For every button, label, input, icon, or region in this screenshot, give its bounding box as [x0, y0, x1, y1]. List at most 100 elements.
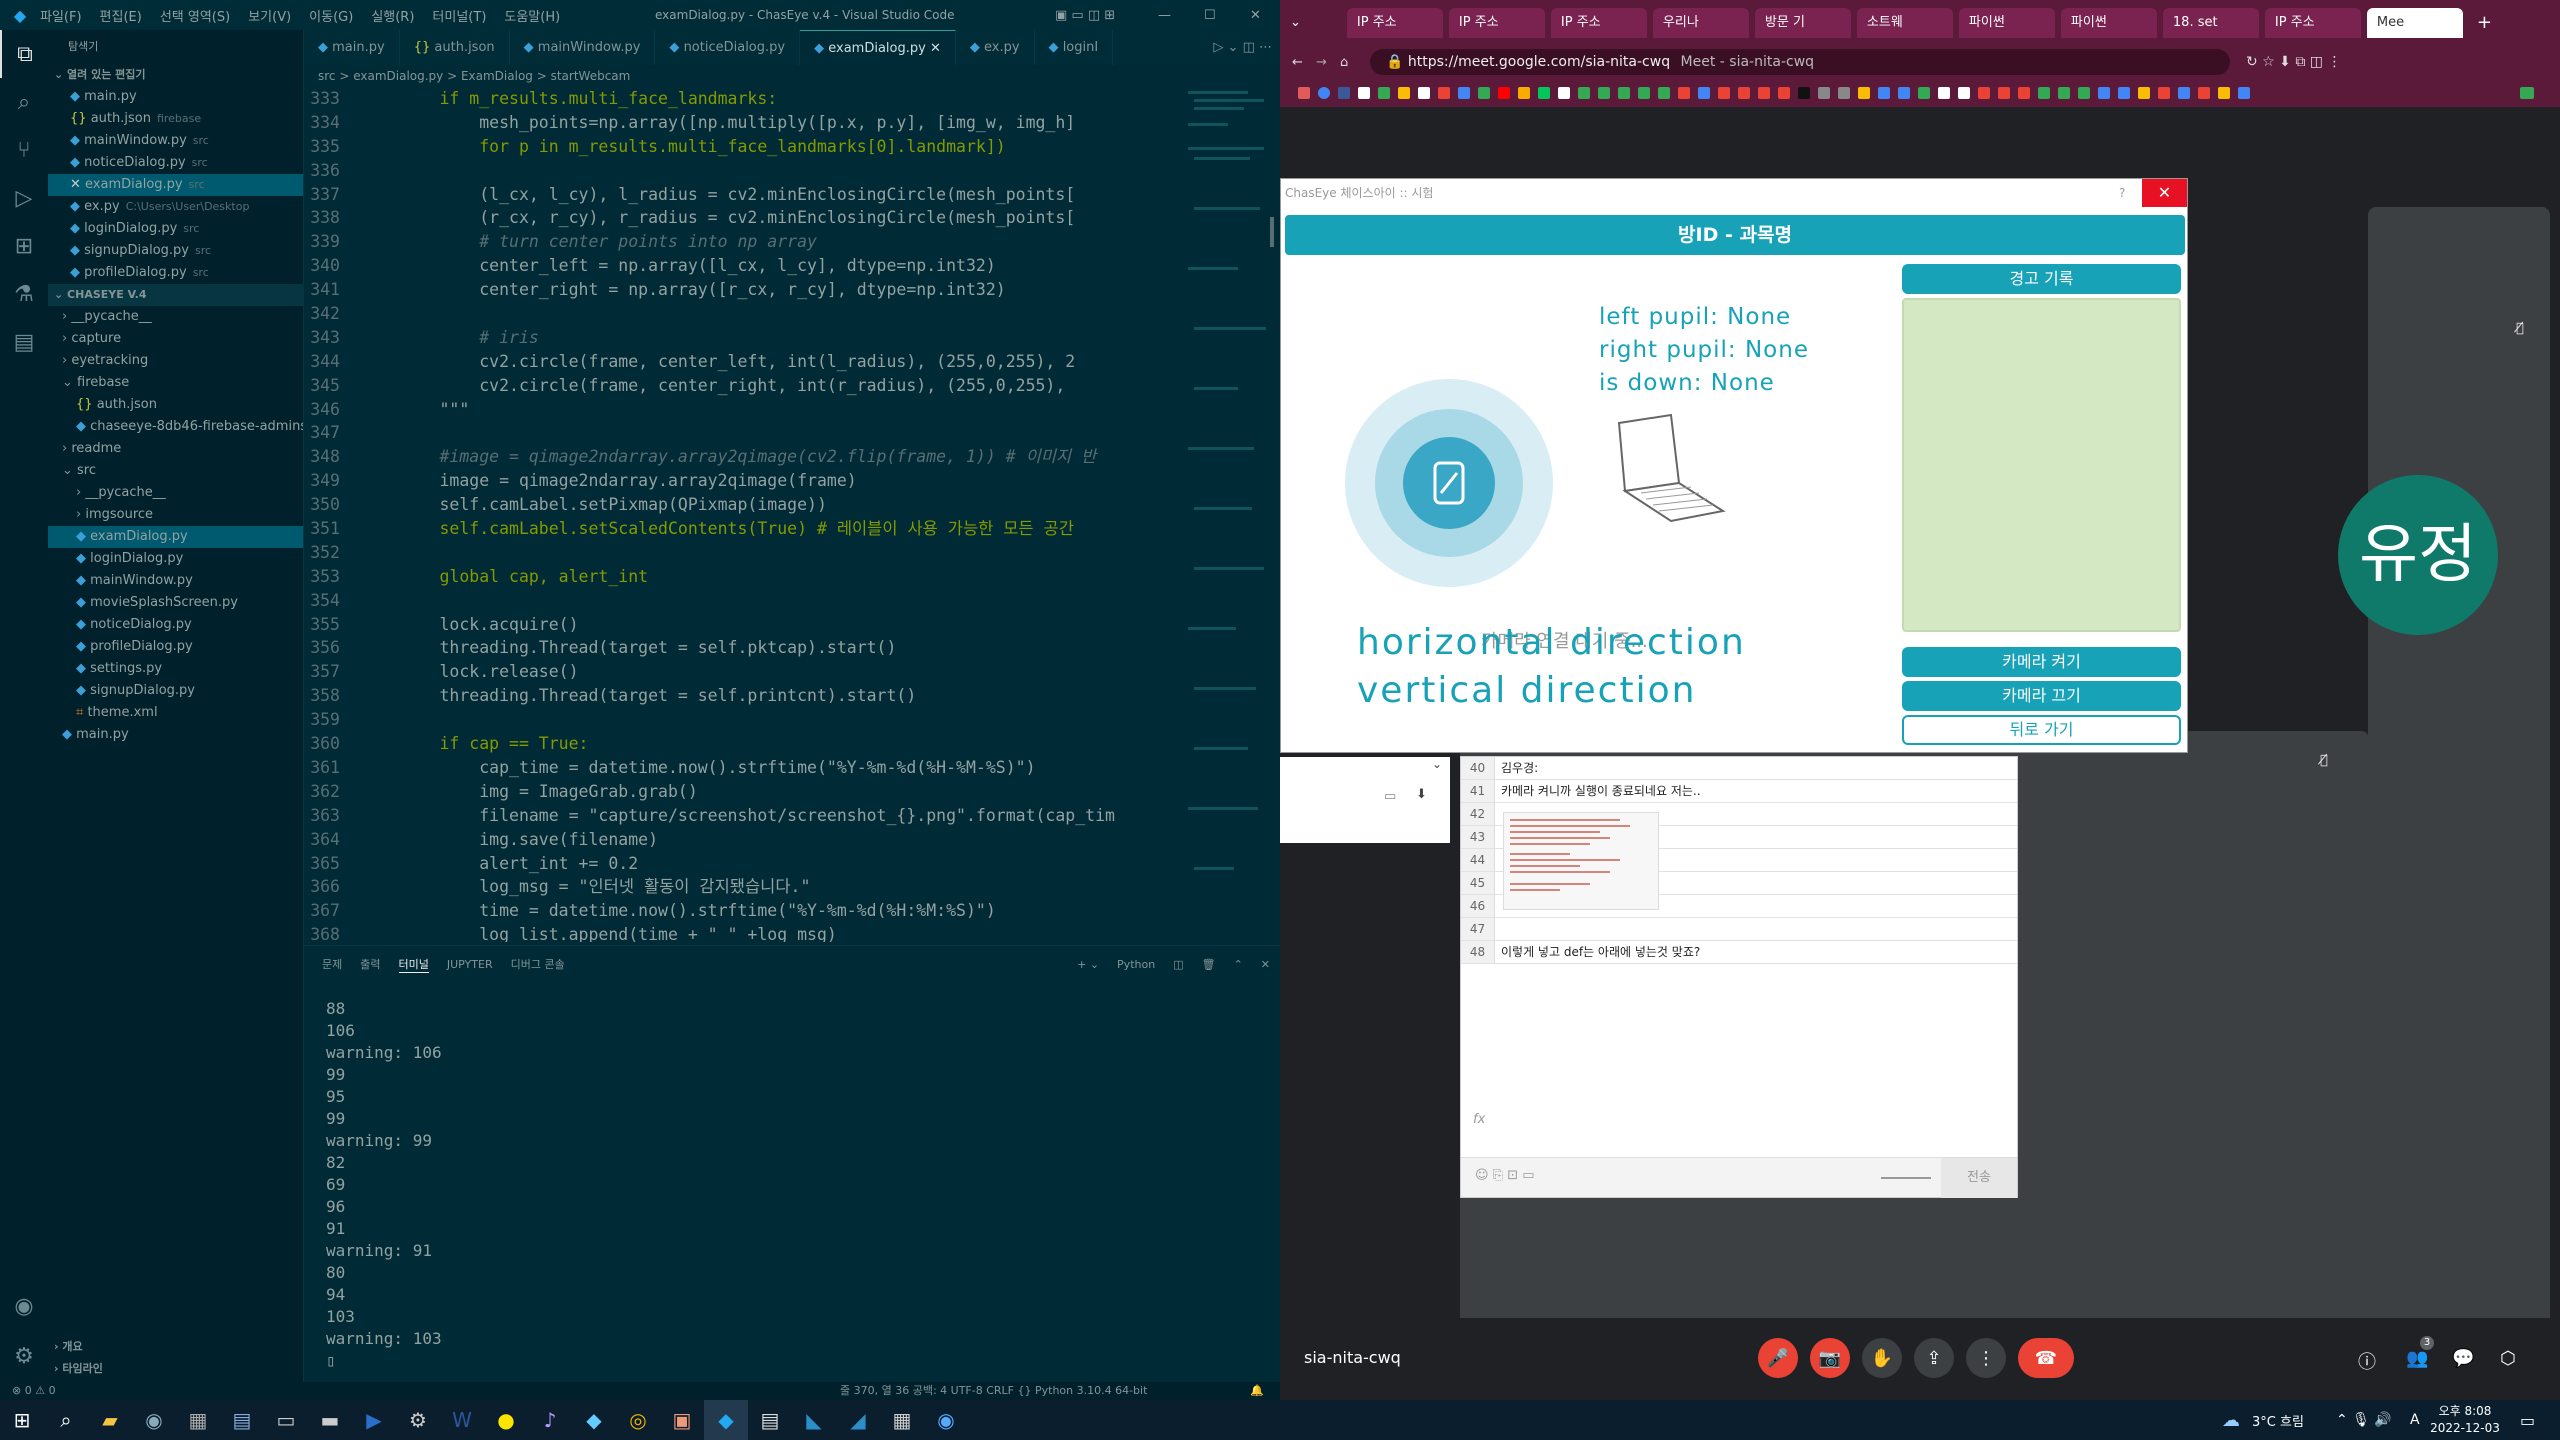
tree-file[interactable]: ◆ movieSplashScreen.py — [48, 592, 303, 614]
app-icon-21[interactable]: ◉ — [924, 1400, 968, 1440]
tree-file[interactable]: ◆ noticeDialog.py — [48, 614, 303, 636]
chrome-icon[interactable]: ◎ — [616, 1400, 660, 1440]
extension-icons[interactable]: ↻ ☆ ⬇ ⧉ ◫ ⋮ — [2246, 54, 2342, 70]
project-header[interactable]: ⌄ CHASEYE V.4 — [48, 284, 303, 306]
folder-icon[interactable]: ▭ — [1384, 789, 1396, 804]
tree-file[interactable]: ◆ loginDialog.py — [48, 548, 303, 570]
terminal-output[interactable]: 88 106 warning: 106 99 95 99 warning: 99 82 69 96… — [304, 982, 1280, 1372]
back-button[interactable]: 뒤로 가기 — [1902, 715, 2181, 745]
layout-icons[interactable]: ▣ ▭ ◫ ⊞ — [1055, 8, 1115, 23]
tree-file[interactable]: ◆ settings.py — [48, 658, 303, 680]
home-icon[interactable]: ⌂ — [1340, 55, 1348, 70]
testing-icon[interactable]: ⚗ — [0, 270, 48, 318]
camera-on-button[interactable]: 카메라 켜기 — [1902, 647, 2181, 677]
tree-folder[interactable]: › readme — [48, 438, 303, 460]
app-icon-6[interactable]: ▬ — [308, 1400, 352, 1440]
more-options-button[interactable]: ⋮ — [1966, 1338, 2006, 1378]
tree-file[interactable]: ◆ chaseeye-8db46-firebase-adminsd... — [48, 416, 303, 438]
terminal-icon[interactable]: ▭ — [264, 1400, 308, 1440]
remote-explorer-icon[interactable]: ▤ — [0, 318, 48, 366]
new-tab-icon[interactable]: + — [2477, 12, 2492, 33]
open-editor-item[interactable]: ◆ main.py — [48, 86, 303, 108]
status-info[interactable]: 줄 370, 열 36 공백: 4 UTF-8 CRLF {} Python 3… — [840, 1382, 1147, 1400]
tree-folder[interactable]: › __pycache__ — [48, 482, 303, 504]
browser-tab[interactable]: IP 주소 — [2264, 7, 2361, 38]
browser-tab[interactable]: Mee — [2366, 7, 2463, 38]
close-editor-icon[interactable]: ✕ — [70, 177, 85, 192]
tree-folder[interactable]: › capture — [48, 328, 303, 350]
split-terminal-icon[interactable]: ◫ — [1173, 958, 1183, 971]
browser-tab[interactable]: 방문 기 — [1754, 7, 1851, 38]
dropdown-chevron-icon[interactable]: ⌄ — [1432, 757, 1442, 771]
tree-file[interactable]: ◆ mainWindow.py — [48, 570, 303, 592]
terminal-lang-label[interactable]: Python — [1117, 958, 1155, 971]
vscode-taskbar-icon[interactable]: ◆ — [704, 1400, 748, 1440]
sheet-row[interactable]: 40 김우경: — [1461, 757, 2017, 780]
app-icon-19[interactable]: ◢ — [836, 1400, 880, 1440]
browser-tab[interactable]: 우리나 — [1652, 7, 1749, 38]
mic-toggle-button[interactable]: 🎤 — [1758, 1338, 1798, 1378]
notifications-bell-icon[interactable]: 🔔 — [1250, 1382, 1264, 1400]
close-panel-icon[interactable]: ✕ — [1261, 958, 1270, 971]
app-icon-15[interactable]: ▣ — [660, 1400, 704, 1440]
tab-main-py[interactable]: ◆ main.py — [304, 30, 400, 65]
tab-problems[interactable]: 문제 — [322, 956, 342, 972]
close-tab-icon[interactable]: ✕ — [930, 41, 941, 56]
ime-indicator[interactable]: A — [2410, 1412, 2420, 1428]
maximize-icon[interactable]: ☐ — [1204, 8, 1216, 23]
browser-tab[interactable]: IP 주소 — [1346, 7, 1443, 38]
menu-terminal[interactable]: 터미널(T) — [432, 6, 486, 25]
tray-icons[interactable]: ⌃ 🎙 🔊 — [2336, 1412, 2392, 1428]
menu-edit[interactable]: 편집(E) — [100, 6, 142, 25]
minimap[interactable] — [1184, 87, 1274, 942]
maximize-panel-icon[interactable]: ⌃ — [1234, 958, 1243, 971]
minimize-icon[interactable]: — — [1158, 8, 1171, 23]
tree-file[interactable]: ◆ examDialog.py — [48, 526, 303, 548]
file-explorer-icon[interactable]: ▰ — [88, 1400, 132, 1440]
sheet-row[interactable]: 48 이렇게 넣고 def는 아래에 넣는것 맞죠? — [1461, 941, 2017, 964]
breadcrumb[interactable]: src > examDialog.py > ExamDialog > start… — [304, 65, 1280, 87]
browser-tab[interactable]: 파이썬 — [2060, 7, 2157, 38]
tree-file[interactable]: ⌗ theme.xml — [48, 702, 303, 724]
info-icon[interactable]: ⓘ — [2358, 1348, 2376, 1374]
shared-sheet[interactable]: 40 김우경: 41 카메라 켜니까 실행이 종료되네요 저는.. 42 43 44 45 46… — [1460, 756, 2018, 1198]
close-icon[interactable]: ✕ — [1250, 8, 1261, 23]
run-python-icon[interactable]: ▷ ⌄ ◫ ⋯ — [1205, 30, 1280, 65]
app-icon-13[interactable]: ◆ — [572, 1400, 616, 1440]
tree-folder[interactable]: › eyetracking — [48, 350, 303, 372]
download-icon[interactable]: ⬇ — [1416, 787, 1427, 802]
tree-file[interactable]: ◆ main.py — [48, 724, 303, 746]
open-editor-item[interactable]: ✕ examDialog.py src — [48, 174, 303, 196]
people-icon[interactable]: 👥 — [2406, 1348, 2428, 1369]
tree-folder[interactable]: ⌄ firebase — [48, 372, 303, 394]
open-editor-item[interactable]: ◆ signupDialog.py src — [48, 240, 303, 262]
notification-icon[interactable]: ▭ — [2520, 1411, 2535, 1430]
tree-file[interactable]: ◆ signupDialog.py — [48, 680, 303, 702]
emoji-icon[interactable]: ☺ ⎘ ⊡ ▭ — [1475, 1168, 1535, 1183]
tab-examdialog-py[interactable]: ◆ examDialog.py ✕ — [800, 30, 956, 65]
start-button-icon[interactable]: ⊞ — [0, 1400, 44, 1440]
open-editor-item[interactable]: ◆ noticeDialog.py src — [48, 152, 303, 174]
tree-file[interactable]: {} auth.json — [48, 394, 303, 416]
browser-tab[interactable]: IP 주소 — [1550, 7, 1647, 38]
tab-logindialog-py[interactable]: ◆ loginI — [1035, 30, 1114, 65]
search-icon[interactable]: ⌕ — [0, 78, 48, 126]
menu-selection[interactable]: 선택 영역(S) — [160, 6, 230, 25]
search-icon[interactable]: ⌕ — [44, 1400, 88, 1440]
dialog-close-button[interactable]: ✕ — [2142, 179, 2187, 207]
extensions-icon[interactable]: ⊞ — [0, 222, 48, 270]
tab-debug-console[interactable]: 디버그 콘솔 — [511, 956, 565, 972]
present-button[interactable]: ⇪ — [1914, 1338, 1954, 1378]
chat-icon[interactable]: 💬 — [2452, 1348, 2474, 1369]
tab-output[interactable]: 출력 — [360, 956, 380, 972]
app-icon-12[interactable]: ♪ — [528, 1400, 572, 1440]
open-editor-item[interactable]: ◆ loginDialog.py src — [48, 218, 303, 240]
settings-gear-icon[interactable]: ⚙ — [0, 1332, 48, 1380]
sheet-row[interactable]: 47 — [1461, 918, 2017, 941]
app-icon-20[interactable]: ▦ — [880, 1400, 924, 1440]
menu-help[interactable]: 도움말(H) — [504, 6, 560, 25]
participant-tile-self-right[interactable] — [2368, 731, 2550, 1349]
kakaotalk-icon[interactable]: ● — [484, 1400, 528, 1440]
sheet-row[interactable]: 41 카메라 켜니까 실행이 종료되네요 저는.. — [1461, 780, 2017, 803]
menu-file[interactable]: 파일(F) — [40, 6, 82, 25]
